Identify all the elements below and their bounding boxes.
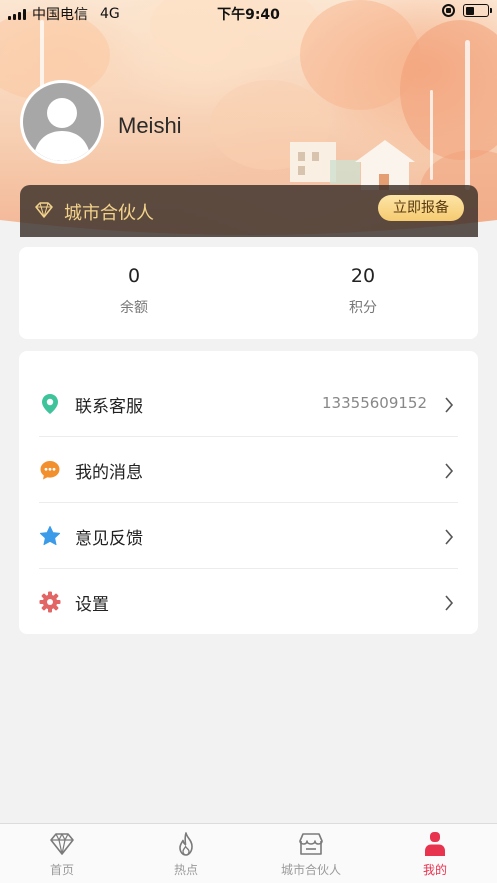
bottom-tab-bar: 首页 热点 城市合伙人 我的 bbox=[0, 823, 497, 883]
stats-card: 0 余额 20 积分 bbox=[19, 247, 478, 339]
city-partner-banner: 城市合伙人 立即报备 bbox=[20, 185, 478, 237]
diamond-icon bbox=[50, 833, 74, 855]
chevron-right-icon bbox=[445, 397, 454, 413]
diamond-icon bbox=[35, 202, 53, 218]
menu-item-customer-service[interactable]: 联系客服 13355609152 bbox=[19, 371, 478, 437]
tab-city-partner[interactable]: 城市合伙人 bbox=[249, 824, 373, 883]
clock: 下午9:40 bbox=[217, 7, 280, 23]
status-bar: 中国电信 4G 下午9:40 bbox=[0, 0, 497, 26]
profile-header: 中国电信 4G 下午9:40 Meishi 城市合伙人 立即报备 bbox=[0, 0, 497, 248]
avatar[interactable] bbox=[20, 80, 104, 164]
tab-label: 我的 bbox=[422, 863, 447, 877]
decor-house bbox=[355, 140, 415, 190]
decor-tree-trunk bbox=[465, 40, 470, 190]
tab-home[interactable]: 首页 bbox=[0, 824, 124, 883]
points-label: 积分 bbox=[349, 300, 377, 316]
battery-icon bbox=[463, 4, 492, 17]
menu-item-feedback[interactable]: 意见反馈 bbox=[19, 503, 478, 569]
tab-hot[interactable]: 热点 bbox=[124, 824, 248, 883]
location-pin-icon bbox=[42, 394, 58, 414]
report-now-button[interactable]: 立即报备 bbox=[378, 195, 464, 221]
tab-label: 城市合伙人 bbox=[280, 863, 341, 877]
balance-label: 余额 bbox=[120, 300, 148, 316]
points-value: 20 bbox=[350, 265, 376, 287]
rotation-lock-icon bbox=[442, 4, 455, 17]
shop-icon bbox=[299, 833, 323, 855]
menu-item-label: 意见反馈 bbox=[75, 529, 143, 549]
balance-value: 0 bbox=[127, 265, 141, 287]
menu-item-label: 设置 bbox=[75, 595, 109, 615]
balance-stat[interactable]: 0 余额 bbox=[64, 265, 204, 317]
flame-icon bbox=[179, 832, 193, 856]
service-phone-number: 13355609152 bbox=[322, 394, 427, 412]
decor-tree-trunk bbox=[430, 90, 433, 180]
city-partner-label: 城市合伙人 bbox=[64, 203, 154, 224]
points-stat[interactable]: 20 积分 bbox=[293, 265, 433, 317]
tab-label: 首页 bbox=[49, 863, 74, 877]
menu-item-label: 我的消息 bbox=[75, 463, 143, 483]
tab-label: 热点 bbox=[173, 863, 198, 877]
default-user-avatar-icon bbox=[33, 98, 91, 161]
gear-icon bbox=[39, 591, 61, 613]
message-bubble-icon bbox=[40, 461, 60, 480]
user-icon bbox=[425, 832, 445, 856]
chevron-right-icon bbox=[445, 595, 454, 611]
star-icon bbox=[39, 526, 61, 546]
menu-item-my-messages[interactable]: 我的消息 bbox=[19, 437, 478, 503]
decor-tree-trunk bbox=[40, 20, 44, 90]
menu-item-settings[interactable]: 设置 bbox=[19, 569, 478, 635]
chevron-right-icon bbox=[445, 463, 454, 479]
chevron-right-icon bbox=[445, 529, 454, 545]
menu-card: 联系客服 13355609152 我的消息 意见反馈 设置 bbox=[19, 351, 478, 634]
menu-item-label: 联系客服 bbox=[75, 397, 143, 417]
tab-mine[interactable]: 我的 bbox=[373, 824, 497, 883]
username: Meishi bbox=[118, 113, 182, 138]
